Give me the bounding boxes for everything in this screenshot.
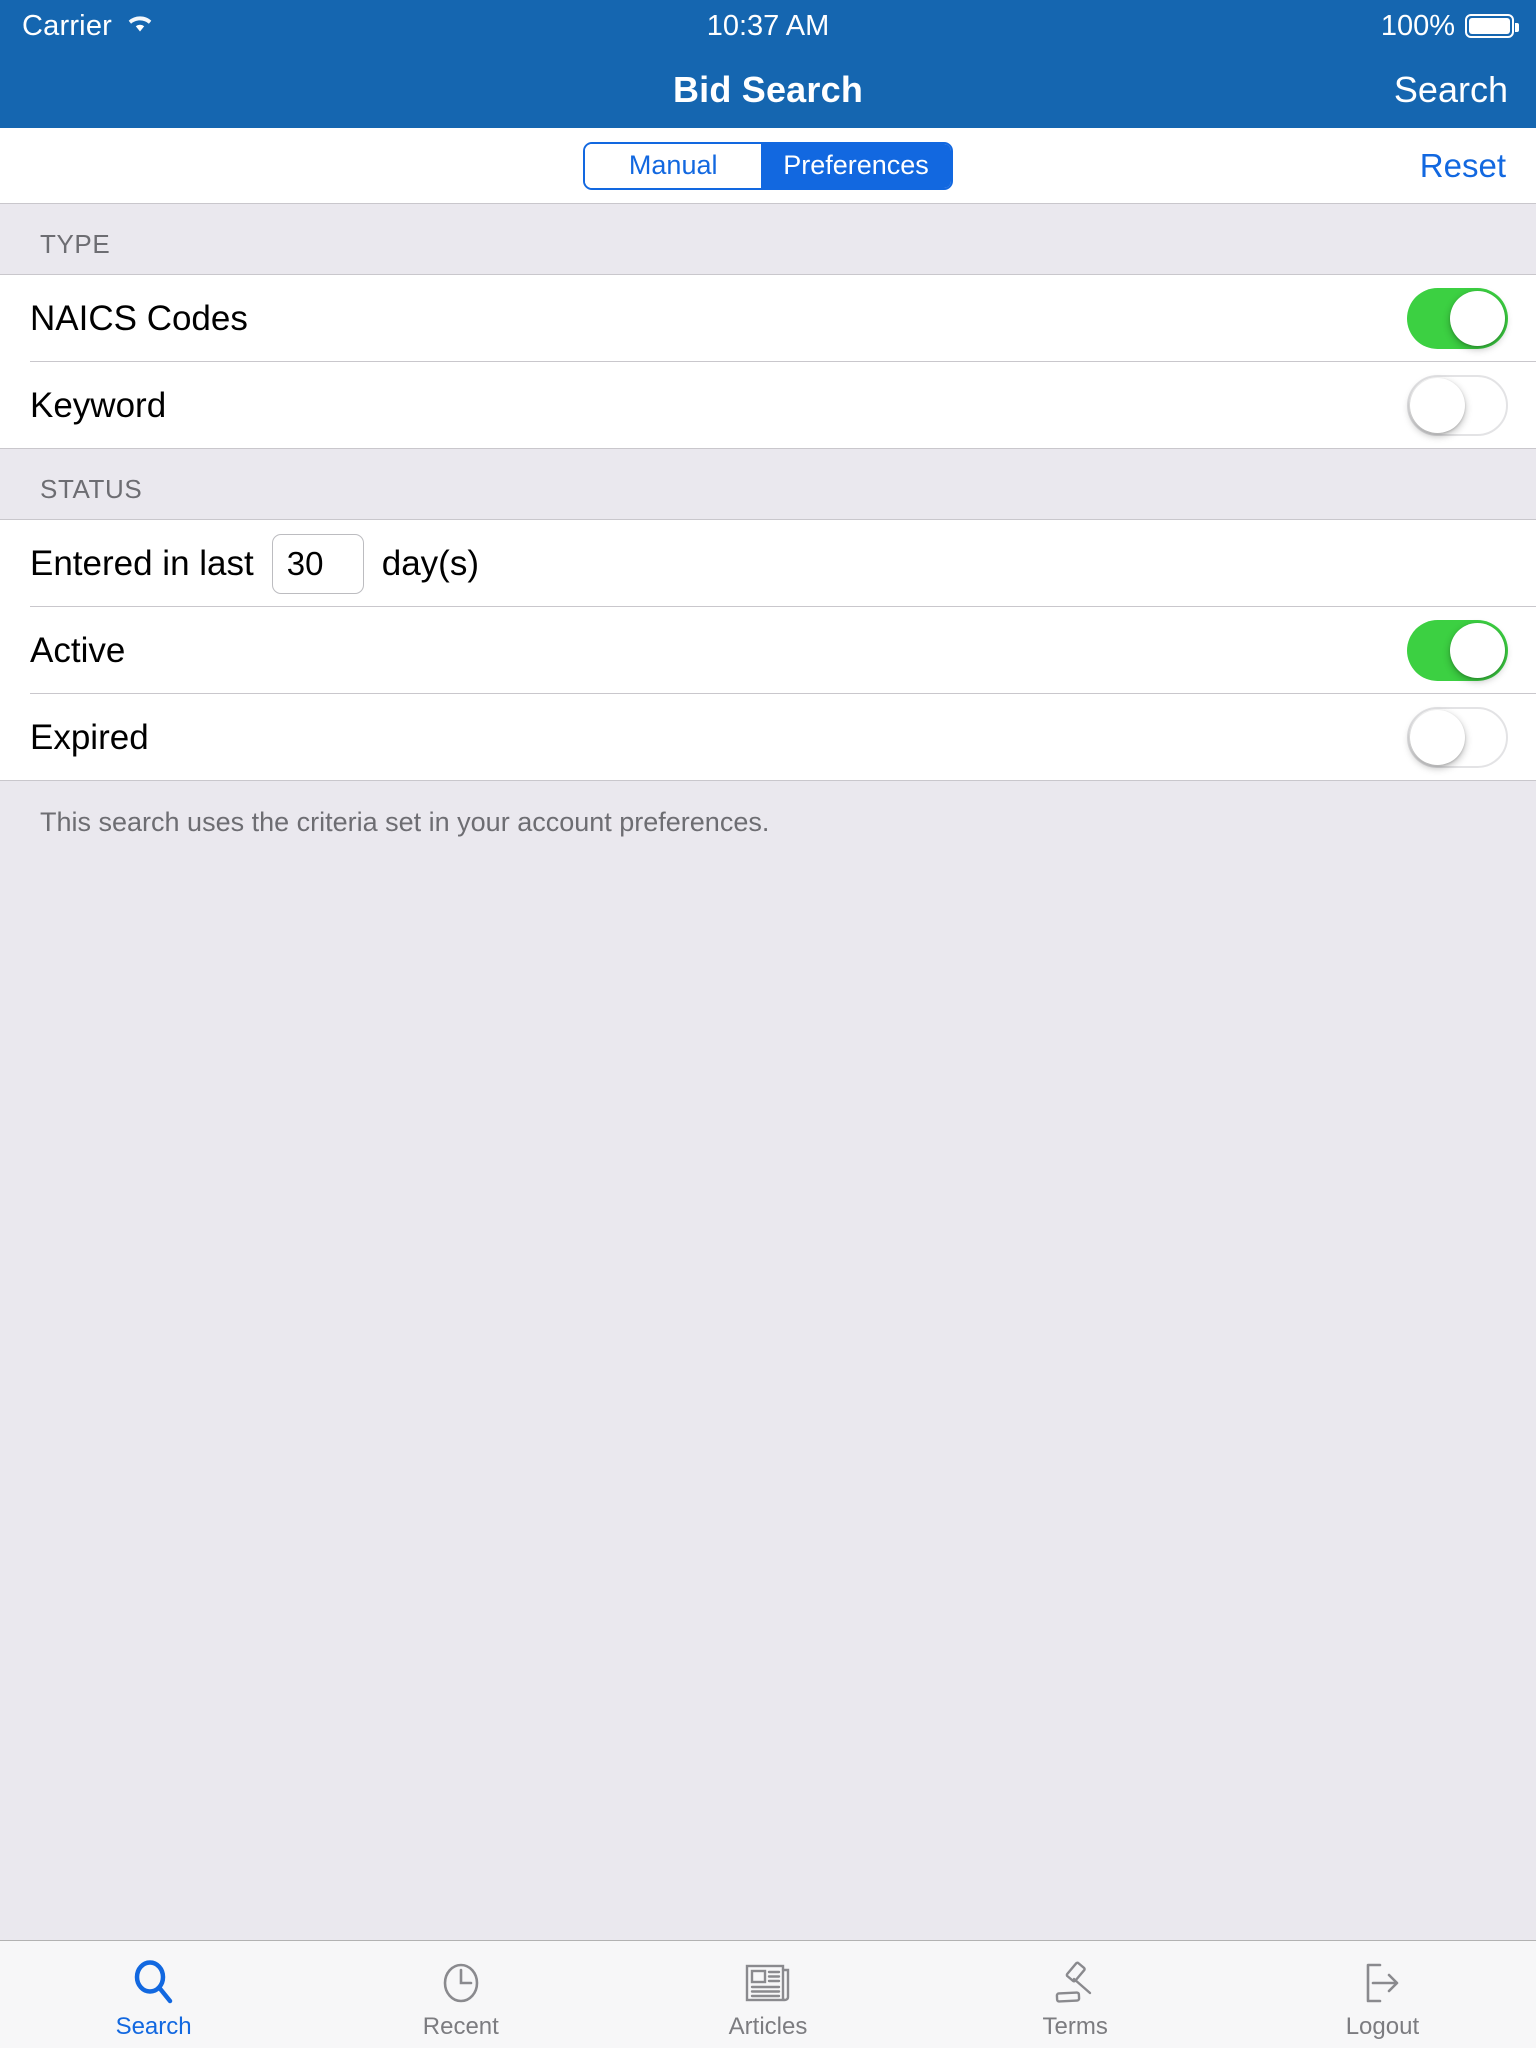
toggle-expired[interactable] (1407, 706, 1508, 768)
toggle-knob (1410, 709, 1465, 765)
days-suffix-label: day(s) (381, 543, 479, 583)
carrier-label: Carrier (22, 9, 113, 42)
section-footer-note: This search uses the criteria set in you… (0, 781, 1536, 838)
segment-manual[interactable]: Manual (585, 143, 762, 188)
clock-icon (435, 1957, 487, 2009)
tab-search[interactable]: Search (0, 1941, 307, 2048)
newspaper-icon (742, 1957, 794, 2009)
tab-terms[interactable]: Terms (922, 1941, 1229, 2048)
row-label-active: Active (30, 631, 126, 670)
magnifier-icon (128, 1957, 180, 2009)
tab-label-articles: Articles (728, 2012, 808, 2040)
toggle-knob (1410, 377, 1465, 433)
toggle-knob (1450, 623, 1505, 678)
search-button[interactable]: Search (1394, 69, 1508, 111)
settings-table: TYPE NAICS Codes Keyword STATUS Entered … (0, 204, 1536, 1389)
page-title: Bid Search (672, 69, 864, 110)
row-label-naics-codes: NAICS Codes (30, 299, 248, 338)
toggle-knob (1450, 291, 1505, 346)
tab-logout[interactable]: Logout (1229, 1941, 1536, 2048)
row-entered-in-last: Entered in last day(s) (0, 520, 1536, 607)
section-header-type: TYPE (0, 204, 1536, 275)
status-bar-left: Carrier (22, 10, 156, 43)
tab-bar: Search Recent Articles Terms Logout (0, 1940, 1536, 2048)
row-label-entered-in-last: Entered in last (30, 544, 254, 583)
row-active[interactable]: Active (0, 607, 1536, 694)
toggle-keyword[interactable] (1407, 374, 1508, 436)
status-bar-time: 10:37 AM (706, 9, 830, 42)
row-expired[interactable]: Expired (0, 694, 1536, 781)
battery-percent-label: 100% (1380, 9, 1455, 42)
row-label-expired: Expired (30, 717, 149, 757)
status-bar: Carrier 10:37 AM 100% (0, 0, 1536, 52)
battery-full-icon (1465, 14, 1519, 38)
tab-label-logout: Logout (1345, 2012, 1420, 2040)
reset-button[interactable]: Reset (1420, 147, 1506, 185)
section-rows-type: NAICS Codes Keyword (0, 275, 1536, 449)
mode-toolbar: Manual Preferences Reset (0, 128, 1536, 204)
tab-label-recent: Recent (422, 2012, 499, 2040)
segment-preferences[interactable]: Preferences (761, 143, 951, 188)
tab-label-search: Search (115, 2012, 192, 2040)
section-header-status: STATUS (0, 449, 1536, 520)
days-input[interactable] (271, 533, 364, 594)
search-mode-segmented-control[interactable]: Manual Preferences (583, 141, 953, 190)
app-screen: Carrier 10:37 AM 100% Bid Search Search … (0, 0, 1536, 2048)
wifi-icon (124, 10, 156, 43)
empty-space (0, 1389, 1536, 1940)
section-rows-status: Entered in last day(s) Active Expired (0, 520, 1536, 781)
status-bar-right: 100% (1380, 9, 1519, 43)
logout-arrow-icon (1356, 1957, 1408, 2009)
tab-recent[interactable]: Recent (307, 1941, 614, 2048)
toggle-naics-codes[interactable] (1407, 288, 1508, 349)
gavel-icon (1049, 1957, 1101, 2009)
row-keyword[interactable]: Keyword (0, 362, 1536, 449)
navigation-bar: Bid Search Search (0, 52, 1536, 128)
row-label-keyword: Keyword (30, 385, 167, 425)
toggle-active[interactable] (1407, 620, 1508, 681)
row-naics-codes[interactable]: NAICS Codes (0, 275, 1536, 362)
tab-label-terms: Terms (1042, 2012, 1108, 2040)
tab-articles[interactable]: Articles (614, 1941, 921, 2048)
